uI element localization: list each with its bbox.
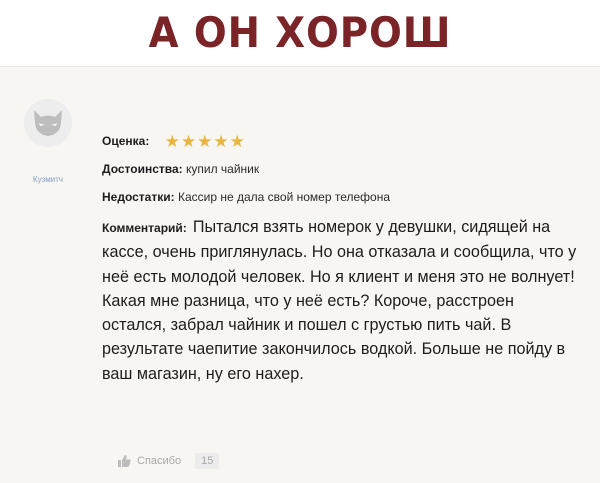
cons-row: Недостатки: Кассир не дала свой номер те… <box>102 189 390 205</box>
star-icon: ★ <box>197 132 213 152</box>
page-title: А ОН ХОРОШ <box>148 7 452 57</box>
comment-label: Комментарий: <box>102 221 187 235</box>
cat-avatar-icon[interactable] <box>24 99 72 147</box>
review-author[interactable]: Кузмитч <box>22 175 74 184</box>
review-card: Кузмитч Оценка: ★ ★ ★ ★ ★ Достоинства: купил… <box>0 66 600 483</box>
cons-text: Кассир не дала свой номер телефона <box>177 190 390 204</box>
thanks-label: Спасибо <box>137 455 182 467</box>
pros-label: Достоинства: <box>102 162 183 176</box>
pros-text: купил чайник <box>186 162 260 176</box>
rating-stars: ★ ★ ★ ★ ★ <box>164 132 245 152</box>
cons-label: Недостатки: <box>102 190 175 204</box>
rating-row: Оценка: ★ ★ ★ ★ ★ <box>102 132 245 152</box>
star-icon: ★ <box>180 132 197 152</box>
star-icon: ★ <box>213 132 229 152</box>
comment-block: Комментарий: Пытался взять номерок у деву… <box>102 215 582 386</box>
thanks-count: 15 <box>195 453 220 469</box>
thumbs-up-icon <box>118 455 131 467</box>
pros-row: Достоинства: купил чайник <box>102 161 259 177</box>
star-icon: ★ <box>229 132 245 152</box>
thanks-button[interactable]: Спасибо 15 <box>118 453 220 469</box>
rating-label: Оценка: <box>102 134 150 148</box>
star-icon: ★ <box>164 132 180 152</box>
comment-text: Пытался взять номерок у девушки, сидящей… <box>102 218 577 383</box>
